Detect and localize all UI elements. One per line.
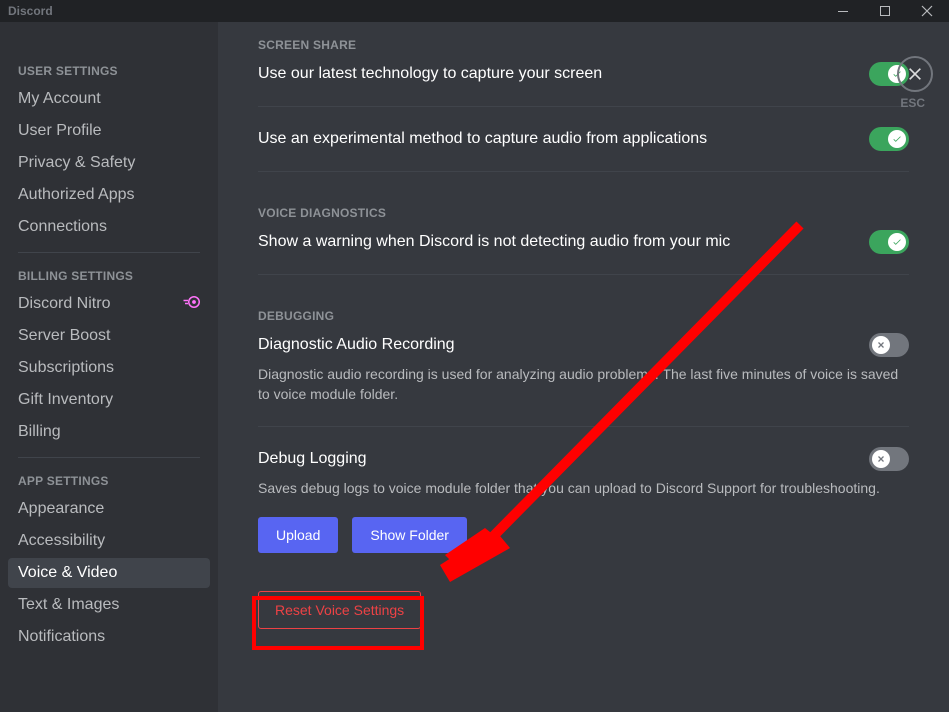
setting-title: Diagnostic Audio Recording <box>258 336 455 354</box>
sidebar-separator <box>18 252 200 253</box>
sidebar-item-label: Appearance <box>18 500 104 518</box>
section-label-screen-share: SCREEN SHARE <box>258 38 909 52</box>
sidebar-separator <box>18 457 200 458</box>
sidebar-item-label: Voice & Video <box>18 564 117 582</box>
setting-debug-logging: Debug Logging Saves debug logs to voice … <box>258 447 909 553</box>
setting-title: Use our latest technology to capture you… <box>258 65 602 83</box>
reset-voice-settings-button[interactable]: Reset Voice Settings <box>258 591 421 629</box>
show-folder-button[interactable]: Show Folder <box>352 517 467 553</box>
section-label-voice-diag: VOICE DIAGNOSTICS <box>258 206 909 220</box>
sidebar-item-authorized-apps[interactable]: Authorized Apps <box>8 180 210 210</box>
toggle-mic-warning[interactable] <box>869 230 909 254</box>
sidebar-item-accessibility[interactable]: Accessibility <box>8 526 210 556</box>
titlebar: Discord <box>0 0 949 22</box>
divider <box>258 426 909 427</box>
sidebar-item-subscriptions[interactable]: Subscriptions <box>8 353 210 383</box>
sidebar-item-label: Discord Nitro <box>18 295 110 313</box>
sidebar-item-discord-nitro[interactable]: Discord Nitro <box>8 289 210 319</box>
sidebar-item-label: Server Boost <box>18 327 110 345</box>
sidebar-item-connections[interactable]: Connections <box>8 212 210 242</box>
sidebar-item-label: Subscriptions <box>18 359 114 377</box>
sidebar-header-billing: BILLING SETTINGS <box>8 263 210 289</box>
settings-content: SCREEN SHARE Use our latest technology t… <box>218 22 949 712</box>
toggle-debug-logging[interactable] <box>869 447 909 471</box>
setting-title: Debug Logging <box>258 450 367 468</box>
nitro-badge-icon <box>182 295 200 313</box>
toggle-diagnostic-recording[interactable] <box>869 333 909 357</box>
titlebar-controls <box>829 2 941 20</box>
divider <box>258 274 909 275</box>
sidebar-item-voice-video[interactable]: Voice & Video <box>8 558 210 588</box>
sidebar-item-text-images[interactable]: Text & Images <box>8 590 210 620</box>
sidebar-item-label: Connections <box>18 218 107 236</box>
sidebar-item-gift-inventory[interactable]: Gift Inventory <box>8 385 210 415</box>
sidebar-item-label: Text & Images <box>18 596 119 614</box>
sidebar-item-label: Gift Inventory <box>18 391 113 409</box>
sidebar-header-user: USER SETTINGS <box>8 58 210 84</box>
setting-latest-tech: Use our latest technology to capture you… <box>258 62 909 106</box>
sidebar-item-label: Accessibility <box>18 532 105 550</box>
toggle-experimental-audio[interactable] <box>869 127 909 151</box>
sidebar-item-label: My Account <box>18 90 101 108</box>
sidebar-item-label: User Profile <box>18 122 102 140</box>
setting-title: Use an experimental method to capture au… <box>258 130 707 148</box>
sidebar-item-user-profile[interactable]: User Profile <box>8 116 210 146</box>
minimize-button[interactable] <box>829 2 857 20</box>
upload-button[interactable]: Upload <box>258 517 338 553</box>
sidebar-item-server-boost[interactable]: Server Boost <box>8 321 210 351</box>
divider <box>258 171 909 172</box>
setting-desc: Diagnostic audio recording is used for a… <box>258 365 909 404</box>
sidebar-item-appearance[interactable]: Appearance <box>8 494 210 524</box>
setting-experimental-audio: Use an experimental method to capture au… <box>258 127 909 171</box>
sidebar-item-label: Billing <box>18 423 61 441</box>
sidebar-item-label: Privacy & Safety <box>18 154 135 172</box>
sidebar-item-my-account[interactable]: My Account <box>8 84 210 114</box>
setting-title: Show a warning when Discord is not detec… <box>258 233 730 251</box>
sidebar: USER SETTINGS My Account User Profile Pr… <box>0 22 218 712</box>
esc-label: ESC <box>900 96 925 110</box>
sidebar-item-notifications[interactable]: Notifications <box>8 622 210 652</box>
divider <box>258 106 909 107</box>
titlebar-title: Discord <box>8 4 53 18</box>
sidebar-item-billing[interactable]: Billing <box>8 417 210 447</box>
sidebar-header-app: APP SETTINGS <box>8 468 210 494</box>
setting-diagnostic-recording: Diagnostic Audio Recording Diagnostic au… <box>258 333 909 404</box>
sidebar-item-label: Authorized Apps <box>18 186 135 204</box>
close-settings-button[interactable] <box>897 56 933 92</box>
setting-desc: Saves debug logs to voice module folder … <box>258 479 909 499</box>
sidebar-item-privacy-safety[interactable]: Privacy & Safety <box>8 148 210 178</box>
section-label-debugging: DEBUGGING <box>258 309 909 323</box>
maximize-button[interactable] <box>871 2 899 20</box>
setting-mic-warning: Show a warning when Discord is not detec… <box>258 230 909 274</box>
close-button[interactable] <box>913 2 941 20</box>
sidebar-item-label: Notifications <box>18 628 105 646</box>
